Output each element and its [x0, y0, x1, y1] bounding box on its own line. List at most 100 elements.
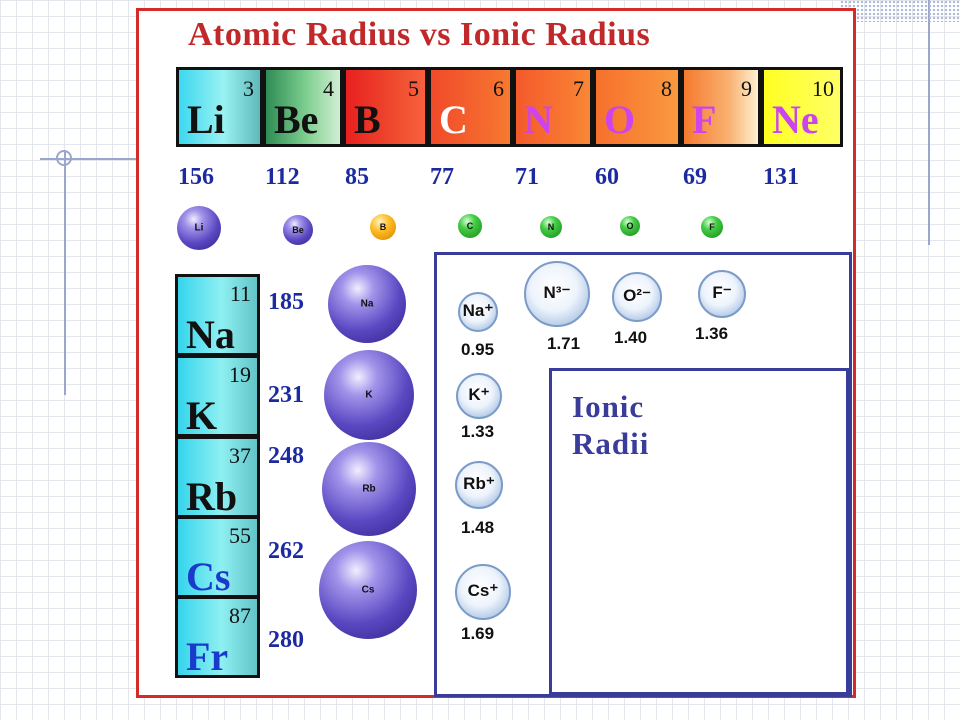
- element-cell-rb: Rb 37: [175, 436, 260, 518]
- anion-sphere: N³⁻: [524, 261, 590, 327]
- atomic-number: 4: [323, 76, 334, 101]
- ionic-radius-value: 1.36: [695, 324, 729, 343]
- element-cell-c: C6: [428, 67, 513, 147]
- diagram-title: Atomic Radius vs Ionic Radius: [188, 16, 651, 53]
- atomic-number: 5: [408, 76, 419, 101]
- element-cell-k: K 19: [175, 355, 260, 437]
- atomic-radius-value: 77: [430, 164, 454, 190]
- atomic-number: 10: [812, 76, 834, 101]
- atomic-radius-value: 69: [683, 164, 707, 190]
- ion-label: Cs⁺: [467, 581, 499, 600]
- atom-sphere-label: Li: [194, 222, 204, 234]
- atom-sphere-label: Be: [292, 225, 304, 235]
- element-symbol: Li: [187, 97, 225, 142]
- atom-sphere-label: O: [626, 221, 634, 231]
- atom-sphere-b: B: [370, 214, 396, 240]
- atomic-radius-value: 60: [595, 164, 619, 190]
- atomic-radius-value: 156: [178, 164, 214, 190]
- atomic-radius-value: 112: [265, 164, 300, 190]
- cation-sphere: K⁺: [456, 373, 502, 419]
- ionic-radii-line1: Ionic: [572, 389, 645, 424]
- element-symbol: B: [354, 97, 381, 142]
- element-cell-fr: Fr 87: [175, 596, 260, 678]
- ionic-radius-value: 1.48: [461, 518, 495, 537]
- atom-sphere-c: C: [458, 214, 482, 238]
- atomic-number: 6: [493, 76, 504, 101]
- atomic-radius-value: 85: [345, 164, 369, 190]
- element-symbol: K: [186, 393, 218, 437]
- atomic-number: 87: [229, 603, 251, 628]
- atom-sphere-label: F: [709, 222, 715, 232]
- atom-sphere-label: K: [365, 389, 373, 401]
- atom-sphere-label: Cs: [361, 584, 375, 596]
- atomic-radius-value: 231: [268, 382, 304, 408]
- element-cell-li: Li 3: [176, 67, 263, 147]
- anion-sphere: O²⁻: [612, 272, 662, 322]
- ionic-radius-value: 1.69: [461, 624, 495, 643]
- element-symbol: N: [524, 97, 553, 142]
- element-symbol: F: [692, 97, 717, 142]
- element-cell-b: B5: [343, 67, 428, 147]
- atomic-number: 9: [741, 76, 752, 101]
- atom-sphere-be: Be: [283, 215, 313, 245]
- ionic-radius-value: 1.71: [547, 334, 581, 353]
- element-cell-ne: Ne 10: [761, 67, 843, 147]
- atom-sphere-n: N: [540, 216, 562, 238]
- ion-label: K⁺: [468, 385, 490, 404]
- atomic-number: 19: [229, 362, 251, 387]
- element-cell-n: N7: [513, 67, 593, 147]
- ionic-radius-value: 0.95: [461, 340, 495, 359]
- decorative-circle: [56, 150, 72, 166]
- atomic-radius-value: 248: [268, 443, 304, 469]
- element-symbol: Fr: [186, 634, 229, 678]
- element-cell-be: Be 4: [263, 67, 343, 147]
- atomic-number: 8: [661, 76, 672, 101]
- decorative-dots: [840, 0, 960, 22]
- element-symbol: C: [439, 97, 468, 142]
- atom-sphere-cs: Cs: [319, 541, 417, 639]
- element-cell-na: Na 11: [175, 274, 260, 356]
- ion-label: O²⁻: [623, 286, 651, 305]
- cation-sphere: Cs⁺: [455, 564, 511, 620]
- atomic-radius-value: 280: [268, 627, 304, 653]
- atom-sphere-label: Rb: [362, 483, 376, 495]
- atom-sphere-o: O: [620, 216, 640, 236]
- atom-sphere-label: B: [379, 222, 387, 232]
- atomic-number: 11: [229, 281, 251, 306]
- atomic-number: 37: [229, 443, 251, 468]
- atomic-number: 7: [573, 76, 584, 101]
- atomic-radius-value: 262: [268, 538, 304, 564]
- atomic-number: 55: [229, 523, 251, 548]
- element-symbol: Be: [274, 97, 319, 142]
- ionic-radius-value: 1.33: [461, 422, 495, 441]
- element-symbol: O: [604, 97, 636, 142]
- ion-label: N³⁻: [543, 283, 571, 302]
- cation-sphere: Rb⁺: [455, 461, 503, 509]
- cation-sphere: Na⁺: [458, 292, 498, 332]
- element-symbol: Cs: [186, 554, 231, 598]
- element-cell-f: F9: [681, 67, 761, 147]
- atom-sphere-li: Li: [177, 206, 221, 250]
- atom-sphere-na: Na: [328, 265, 406, 343]
- element-cell-o: O8: [593, 67, 681, 147]
- atom-sphere-label: C: [466, 221, 474, 231]
- element-symbol: Rb: [186, 474, 238, 518]
- element-symbol: Ne: [772, 97, 819, 142]
- anion-sphere: F⁻: [698, 270, 746, 318]
- atom-sphere-label: Na: [360, 298, 374, 310]
- decorative-line: [928, 0, 930, 245]
- ionic-radii-line2: Radii: [572, 426, 650, 461]
- decorative-line: [64, 150, 66, 395]
- atom-sphere-label: N: [547, 222, 555, 232]
- ionic-radius-value: 1.40: [614, 328, 648, 347]
- atom-sphere-f: F: [701, 216, 723, 238]
- element-symbol: Na: [186, 312, 235, 356]
- ionic-radii-label: Ionic Radii: [572, 388, 649, 462]
- ion-label: Rb⁺: [463, 474, 495, 493]
- atom-sphere-k: K: [324, 350, 414, 440]
- atomic-number: 3: [243, 76, 254, 101]
- atomic-radius-value: 185: [268, 289, 304, 315]
- ion-label: F⁻: [712, 283, 732, 302]
- atomic-radius-value: 131: [763, 164, 799, 190]
- element-cell-cs: Cs 55: [175, 516, 260, 598]
